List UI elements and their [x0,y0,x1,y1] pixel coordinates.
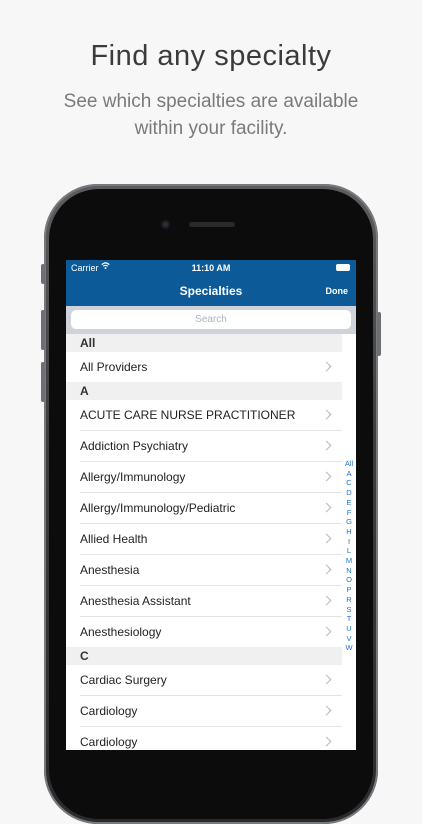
index-letter[interactable]: N [342,566,356,576]
list-item[interactable]: Allergy/Immunology [80,462,342,493]
index-letter[interactable]: R [342,595,356,605]
index-letter[interactable]: All [342,459,356,469]
list-item-label: Cardiology [80,735,138,749]
promo-headline: Find any specialty [90,40,332,72]
chevron-right-icon [321,440,332,451]
list-item-label: Cardiology [80,704,138,718]
chevron-right-icon [321,595,332,606]
index-letter[interactable]: E [342,498,356,508]
list-item-label: Allied Health [80,532,148,546]
list-item[interactable]: Anesthesia [80,555,342,586]
list-item[interactable]: Anesthesiology [80,617,342,647]
phone-screen: Carrier 11:10 AM Specialties Done Search… [66,260,356,750]
list-item[interactable]: Allied Health [80,524,342,555]
index-letter[interactable]: D [342,488,356,498]
volume-up-button [41,310,45,350]
index-letter[interactable]: M [342,556,356,566]
chevron-right-icon [321,736,332,747]
power-button [377,312,381,356]
earpiece-speaker [189,222,235,227]
navigation-bar: Specialties Done [66,276,356,306]
index-letter[interactable]: I [342,537,356,547]
list-item-label: Allergy/Immunology/Pediatric [80,501,236,515]
index-letter[interactable]: G [342,517,356,527]
list-item[interactable]: All Providers [80,352,342,382]
list-item[interactable]: Cardiac Surgery [80,665,342,696]
index-letter[interactable]: L [342,546,356,556]
chevron-right-icon [321,409,332,420]
chevron-right-icon [321,533,332,544]
list-item[interactable]: Allergy/Immunology/Pediatric [80,493,342,524]
chevron-right-icon [321,674,332,685]
battery-icon [336,264,350,271]
chevron-right-icon [321,471,332,482]
page-title: Specialties [179,284,243,298]
index-letter[interactable]: U [342,624,356,634]
section-header-all: All [66,334,342,352]
list-item[interactable]: Cardiology [80,696,342,727]
status-time: 11:10 AM [191,263,231,273]
index-letter[interactable]: V [342,634,356,644]
index-letter[interactable]: W [342,643,356,653]
chevron-right-icon [321,705,332,716]
list-item[interactable]: Addiction Psychiatry [80,431,342,462]
list-item-label: All Providers [80,360,148,374]
front-camera [161,220,170,229]
status-bar: Carrier 11:10 AM [66,260,356,276]
index-letter[interactable]: A [342,469,356,479]
list-item-label: Anesthesia Assistant [80,594,191,608]
list-item[interactable]: Anesthesia Assistant [80,586,342,617]
volume-down-button [41,362,45,402]
search-input[interactable]: Search [71,310,351,329]
chevron-right-icon [321,361,332,372]
list-item-label: Anesthesiology [80,625,162,639]
done-button[interactable]: Done [326,286,349,296]
list-item-label: ACUTE CARE NURSE PRACTITIONER [80,408,296,422]
list-item-label: Cardiac Surgery [80,673,167,687]
search-bar: Search [66,306,356,334]
index-letter[interactable]: O [342,575,356,585]
section-header-c: C [66,647,342,665]
chevron-right-icon [321,502,332,513]
promo-subline: See which specialties are available with… [63,91,359,139]
list-item-label: Allergy/Immunology [80,470,186,484]
list-item[interactable]: Cardiology [80,727,342,750]
index-letter[interactable]: P [342,585,356,595]
chevron-right-icon [321,564,332,575]
index-letter[interactable]: F [342,508,356,518]
section-index[interactable]: All A C D E F G H I L M N O P R S T U V … [342,459,356,653]
list-item[interactable]: ACUTE CARE NURSE PRACTITIONER [80,400,342,431]
mute-switch [41,264,45,284]
list-item-label: Anesthesia [80,563,140,577]
specialty-list[interactable]: All All Providers A ACUTE CARE NURSE PRA… [66,334,342,750]
index-letter[interactable]: T [342,614,356,624]
index-letter[interactable]: H [342,527,356,537]
index-letter[interactable]: C [342,478,356,488]
section-header-a: A [66,382,342,400]
list-item-label: Addiction Psychiatry [80,439,189,453]
chevron-right-icon [321,626,332,637]
index-letter[interactable]: S [342,605,356,615]
